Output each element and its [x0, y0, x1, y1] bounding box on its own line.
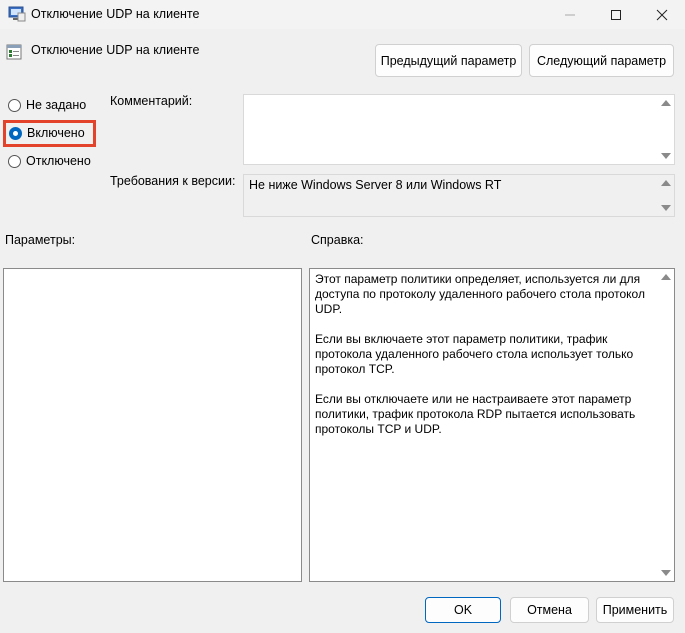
window-title: Отключение UDP на клиенте — [31, 7, 200, 21]
previous-setting-button[interactable]: Предыдущий параметр — [375, 44, 522, 77]
policy-name: Отключение UDP на клиенте — [31, 43, 200, 57]
help-paragraph: Этот параметр политики определяет, испол… — [315, 272, 645, 316]
scroll-up-icon[interactable] — [661, 100, 671, 106]
help-scrollbar[interactable] — [658, 269, 674, 581]
radio-label: Отключено — [26, 154, 91, 168]
comment-label: Комментарий: — [110, 94, 193, 108]
options-label: Параметры: — [5, 233, 76, 247]
options-pane — [3, 268, 302, 582]
supported-on-field: Не ниже Windows Server 8 или Windows RT — [243, 174, 675, 217]
radio-not-configured[interactable]: Не задано — [8, 95, 86, 115]
maximize-button[interactable] — [593, 0, 639, 29]
help-paragraph: Если вы отключаете или не настраиваете э… — [315, 392, 636, 436]
help-text: Этот параметр политики определяет, испол… — [315, 272, 654, 452]
scroll-up-icon[interactable] — [661, 274, 671, 280]
comment-scrollbar[interactable] — [658, 95, 674, 164]
supported-on-label: Требования к версии: — [110, 174, 236, 188]
scroll-down-icon[interactable] — [661, 570, 671, 576]
ok-button[interactable]: OK — [425, 597, 501, 623]
radio-circle[interactable] — [8, 98, 21, 112]
apply-button[interactable]: Применить — [596, 597, 674, 623]
policy-app-icon — [8, 6, 26, 22]
help-pane: Этот параметр политики определяет, испол… — [309, 268, 675, 582]
next-setting-button[interactable]: Следующий параметр — [529, 44, 674, 77]
scroll-down-icon[interactable] — [661, 153, 671, 159]
scroll-down-icon[interactable] — [661, 205, 671, 211]
close-button[interactable] — [639, 0, 685, 29]
help-label: Справка: — [311, 233, 364, 247]
radio-disabled[interactable]: Отключено — [8, 151, 91, 171]
comment-textarea[interactable] — [243, 94, 675, 165]
supported-on-value: Не ниже Windows Server 8 или Windows RT — [249, 178, 502, 192]
policy-setting-icon — [6, 44, 22, 60]
highlight-box — [3, 120, 96, 147]
radio-label: Не задано — [26, 98, 87, 112]
scroll-up-icon[interactable] — [661, 180, 671, 186]
minimize-button[interactable] — [547, 0, 593, 29]
radio-circle[interactable] — [8, 154, 21, 168]
help-paragraph: Если вы включаете этот параметр политики… — [315, 332, 634, 376]
cancel-button[interactable]: Отмена — [510, 597, 589, 623]
supported-on-scrollbar[interactable] — [658, 175, 674, 216]
